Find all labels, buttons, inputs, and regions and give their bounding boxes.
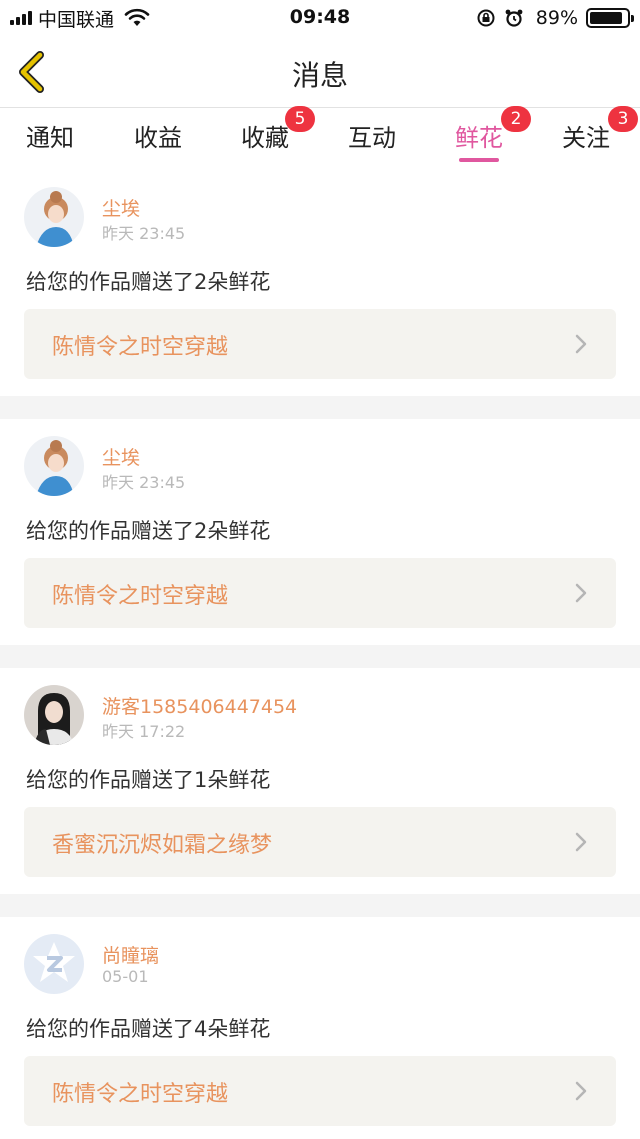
message-list: 尘埃 昨天 23:45 给您的作品赠送了2朵鲜花 陈情令之时空穿越 尘埃 昨天 … xyxy=(0,170,640,1139)
tab-label: 收藏 xyxy=(241,124,289,152)
status-right: 89% xyxy=(476,6,634,30)
battery-percent: 89% xyxy=(535,7,578,29)
timestamp: 昨天 23:45 xyxy=(102,473,186,492)
chevron-right-icon xyxy=(575,583,587,603)
tab-interactions[interactable]: 互动 xyxy=(348,118,396,162)
tab-label: 互动 xyxy=(348,124,396,152)
work-link[interactable]: 陈情令之时空穿越 xyxy=(24,309,616,379)
timestamp: 昨天 17:22 xyxy=(102,722,186,741)
username[interactable]: 尘埃 xyxy=(102,443,140,470)
message-card: 游客1585406447454 昨天 17:22 给您的作品赠送了1朵鲜花 香蜜… xyxy=(0,668,640,894)
username[interactable]: 尚瞳璃 xyxy=(102,941,159,968)
battery-fill xyxy=(590,12,623,24)
page-title: 消息 xyxy=(291,59,348,92)
unread-badge: 3 xyxy=(608,106,638,132)
chevron-right-icon xyxy=(575,1081,587,1101)
unread-badge: 5 xyxy=(285,106,315,132)
work-title: 香蜜沉沉烬如霜之缘梦 xyxy=(52,833,273,858)
message-text: 给您的作品赠送了2朵鲜花 xyxy=(26,519,271,543)
message-text: 给您的作品赠送了4朵鲜花 xyxy=(26,1017,271,1041)
user-avatar[interactable] xyxy=(24,187,84,247)
user-avatar[interactable] xyxy=(24,436,84,496)
work-link[interactable]: 陈情令之时空穿越 xyxy=(24,1056,616,1126)
tab-label: 鲜花 xyxy=(455,124,503,152)
username[interactable]: 游客1585406447454 xyxy=(102,692,297,719)
message-card: 尚瞳璃 05-01 给您的作品赠送了4朵鲜花 陈情令之时空穿越 xyxy=(0,917,640,1139)
chevron-right-icon xyxy=(575,832,587,852)
message-card: 尘埃 昨天 23:45 给您的作品赠送了2朵鲜花 陈情令之时空穿越 xyxy=(0,419,640,645)
active-tab-indicator xyxy=(459,158,499,162)
tab-flowers[interactable]: 鲜花 2 xyxy=(455,106,531,162)
user-avatar[interactable] xyxy=(24,934,84,994)
timestamp: 昨天 23:45 xyxy=(102,224,186,243)
unread-badge: 2 xyxy=(501,106,531,132)
timestamp: 05-01 xyxy=(102,967,149,986)
message-text: 给您的作品赠送了2朵鲜花 xyxy=(26,270,271,294)
work-title: 陈情令之时空穿越 xyxy=(52,1082,229,1107)
battery-icon xyxy=(586,8,634,28)
nav-bar: 消息 xyxy=(0,36,640,108)
tab-label: 关注 xyxy=(562,124,610,152)
user-avatar[interactable] xyxy=(24,685,84,745)
tab-notifications[interactable]: 通知 xyxy=(26,118,74,162)
rotation-lock-icon xyxy=(477,9,495,27)
message-card: 尘埃 昨天 23:45 给您的作品赠送了2朵鲜花 陈情令之时空穿越 xyxy=(0,170,640,396)
tab-earnings[interactable]: 收益 xyxy=(134,118,182,162)
tab-label: 收益 xyxy=(134,124,182,152)
work-title: 陈情令之时空穿越 xyxy=(52,584,229,609)
message-text: 给您的作品赠送了1朵鲜花 xyxy=(26,768,271,792)
tab-following[interactable]: 关注 3 xyxy=(562,106,638,162)
tab-favorites[interactable]: 收藏 5 xyxy=(241,106,315,162)
work-title: 陈情令之时空穿越 xyxy=(52,335,229,360)
tab-label: 通知 xyxy=(26,124,74,152)
work-link[interactable]: 香蜜沉沉烬如霜之缘梦 xyxy=(24,807,616,877)
status-bar: 中国联通 09:48 89% xyxy=(0,0,640,36)
username[interactable]: 尘埃 xyxy=(102,194,140,221)
chevron-right-icon xyxy=(575,334,587,354)
work-link[interactable]: 陈情令之时空穿越 xyxy=(24,558,616,628)
alarm-icon xyxy=(505,9,523,27)
tab-bar: 通知 收益 收藏 5 互动 鲜花 2 关注 3 xyxy=(0,106,640,170)
